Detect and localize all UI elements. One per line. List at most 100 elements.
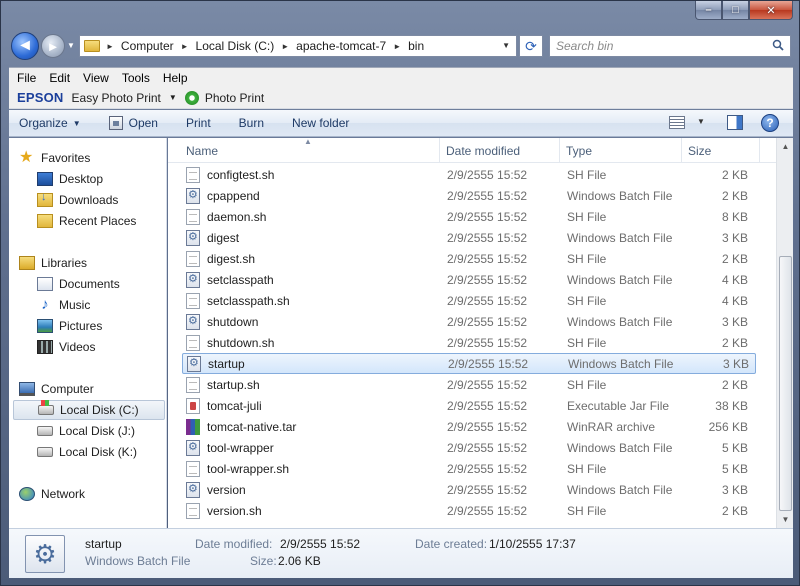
file-row[interactable]: tomcat-native.tar 2/9/2555 15:52 WinRAR ar… bbox=[168, 416, 776, 437]
file-name: version.sh bbox=[207, 503, 262, 518]
minimize-button[interactable]: – bbox=[695, 1, 722, 20]
close-button[interactable]: ✕ bbox=[749, 1, 793, 20]
sidebar-item-music[interactable]: ♪ Music bbox=[37, 295, 185, 315]
column-date-modified[interactable]: Date modified bbox=[440, 138, 560, 163]
breadcrumb-apache-tomcat-7[interactable]: apache-tomcat-7 bbox=[296, 39, 386, 53]
sidebar-item-local-disk-c[interactable]: Local Disk (C:) bbox=[13, 400, 165, 420]
sidebar-item-label: Local Disk (C:) bbox=[60, 403, 139, 417]
column-name[interactable]: Name ▲ bbox=[168, 137, 440, 163]
sidebar-item-recent-places[interactable]: Recent Places bbox=[37, 211, 185, 231]
sidebar-item-desktop[interactable]: Desktop bbox=[37, 169, 185, 189]
new-folder-button[interactable]: New folder bbox=[292, 116, 349, 130]
chevron-right-icon[interactable]: ► bbox=[281, 42, 289, 51]
breadcrumb-computer[interactable]: Computer bbox=[121, 39, 174, 53]
file-date-modified: 2/9/2555 15:52 bbox=[447, 377, 528, 392]
recent-pages-dropdown-icon[interactable]: ▼ bbox=[67, 41, 75, 50]
view-dropdown-icon[interactable]: ▼ bbox=[697, 117, 705, 126]
back-button[interactable]: ◄ bbox=[11, 32, 39, 60]
address-bar[interactable]: ► Computer ► Local Disk (C:) ► apache-to… bbox=[79, 35, 517, 57]
file-date-modified: 2/9/2555 15:52 bbox=[447, 251, 528, 266]
menu-file[interactable]: File bbox=[17, 71, 36, 85]
file-row[interactable]: startup.sh 2/9/2555 15:52 SH File 2 KB bbox=[168, 374, 776, 395]
sidebar-item-label: Local Disk (K:) bbox=[59, 445, 138, 459]
scroll-down-icon[interactable]: ▼ bbox=[777, 511, 794, 528]
vertical-scrollbar[interactable]: ▲ ▼ bbox=[776, 138, 793, 528]
menu-view[interactable]: View bbox=[83, 71, 109, 85]
sidebar-item-documents[interactable]: Documents bbox=[37, 274, 185, 294]
sidebar-item-computer[interactable]: Computer bbox=[19, 379, 167, 399]
file-row[interactable]: shutdown.sh 2/9/2555 15:52 SH File 2 KB bbox=[168, 332, 776, 353]
details-date-created-label: Date created: bbox=[415, 537, 488, 551]
file-date-modified: 2/9/2555 15:52 bbox=[447, 209, 528, 224]
details-file-type: Windows Batch File bbox=[85, 554, 191, 568]
file-row[interactable]: version 2/9/2555 15:52 Windows Batch File 3… bbox=[168, 479, 776, 500]
file-name: setclasspath bbox=[207, 272, 274, 287]
sidebar-item-pictures[interactable]: Pictures bbox=[37, 316, 185, 336]
sidebar-item-downloads[interactable]: Downloads bbox=[37, 190, 185, 210]
preview-pane-icon[interactable] bbox=[727, 115, 743, 130]
burn-button[interactable]: Burn bbox=[239, 116, 264, 130]
sidebar-item-favorites[interactable]: ★ Favorites bbox=[19, 148, 167, 168]
file-name: startup.sh bbox=[207, 377, 260, 392]
search-input[interactable] bbox=[556, 39, 756, 53]
forward-button[interactable]: ► bbox=[41, 34, 65, 58]
open-button[interactable]: Open bbox=[108, 116, 158, 130]
easy-photo-print-dropdown-icon[interactable]: ▼ bbox=[169, 93, 177, 102]
photo-print-button[interactable]: Photo Print bbox=[205, 91, 264, 105]
refresh-button[interactable]: ⟳ bbox=[519, 35, 543, 57]
column-type[interactable]: Type bbox=[560, 138, 682, 163]
batch-file-icon bbox=[187, 355, 201, 372]
breadcrumb-local-disk-c[interactable]: Local Disk (C:) bbox=[196, 39, 275, 53]
file-row[interactable]: tool-wrapper 2/9/2555 15:52 Windows Batch … bbox=[168, 437, 776, 458]
file-name: tool-wrapper.sh bbox=[207, 461, 290, 476]
organize-label: Organize bbox=[19, 116, 68, 130]
sidebar-item-libraries[interactable]: Libraries bbox=[19, 253, 167, 273]
sidebar-item-videos[interactable]: Videos bbox=[37, 337, 185, 357]
sidebar-item-label: Desktop bbox=[59, 172, 104, 186]
file-row[interactable]: setclasspath 2/9/2555 15:52 Windows Batch … bbox=[168, 269, 776, 290]
sidebar-item-label: Videos bbox=[59, 340, 96, 354]
file-row[interactable]: cpappend 2/9/2555 15:52 Windows Batch File… bbox=[168, 185, 776, 206]
file-row[interactable]: setclasspath.sh 2/9/2555 15:52 SH File 4 KB bbox=[168, 290, 776, 311]
sidebar-item-label: Favorites bbox=[41, 151, 91, 165]
chevron-right-icon[interactable]: ► bbox=[181, 42, 189, 51]
column-name-label: Name bbox=[186, 143, 219, 158]
menu-edit[interactable]: Edit bbox=[49, 71, 70, 85]
search-icon[interactable] bbox=[772, 39, 784, 51]
menu-help[interactable]: Help bbox=[163, 71, 188, 85]
file-row[interactable]: tomcat-juli 2/9/2555 15:52 Executable Jar … bbox=[168, 395, 776, 416]
print-button[interactable]: Print bbox=[186, 116, 211, 130]
view-options-icon[interactable] bbox=[669, 116, 685, 129]
help-icon[interactable]: ? bbox=[761, 114, 779, 132]
maximize-button[interactable]: □ bbox=[722, 1, 749, 20]
file-row[interactable]: shutdown 2/9/2555 15:52 Windows Batch File… bbox=[168, 311, 776, 332]
pictures-icon bbox=[37, 319, 53, 333]
breadcrumb-bin[interactable]: bin bbox=[408, 39, 424, 53]
easy-photo-print-button[interactable]: Easy Photo Print bbox=[72, 91, 161, 105]
file-row[interactable]: startup 2/9/2555 15:52 Windows Batch File 3… bbox=[182, 353, 756, 374]
file-row[interactable]: version.sh 2/9/2555 15:52 SH File 2 KB bbox=[168, 500, 776, 521]
chevron-right-icon[interactable]: ► bbox=[106, 42, 114, 51]
file-row[interactable]: daemon.sh 2/9/2555 15:52 SH File 8 KB bbox=[168, 206, 776, 227]
file-type: Windows Batch File bbox=[567, 272, 673, 287]
refresh-icon: ⟳ bbox=[525, 37, 537, 54]
file-row[interactable]: tool-wrapper.sh 2/9/2555 15:52 SH File 5 KB bbox=[168, 458, 776, 479]
scroll-up-icon[interactable]: ▲ bbox=[777, 138, 794, 155]
organize-button[interactable]: Organize ▼ bbox=[19, 116, 81, 130]
star-icon: ★ bbox=[19, 149, 34, 166]
file-row[interactable]: digest 2/9/2555 15:52 Windows Batch File 3 … bbox=[168, 227, 776, 248]
address-dropdown-icon[interactable]: ▼ bbox=[502, 41, 510, 50]
file-row[interactable]: configtest.sh 2/9/2555 15:52 SH File 2 KB bbox=[168, 164, 776, 185]
column-size[interactable]: Size bbox=[682, 138, 760, 163]
sidebar-item-local-disk-k[interactable]: Local Disk (K:) bbox=[37, 442, 185, 462]
sidebar-item-network[interactable]: Network bbox=[19, 484, 167, 504]
file-size: 2 KB bbox=[721, 251, 748, 266]
file-size: 2 KB bbox=[721, 503, 748, 518]
scroll-thumb[interactable] bbox=[779, 256, 792, 511]
chevron-right-icon[interactable]: ► bbox=[393, 42, 401, 51]
search-box[interactable] bbox=[549, 35, 791, 57]
music-icon: ♪ bbox=[41, 296, 49, 313]
file-row[interactable]: digest.sh 2/9/2555 15:52 SH File 2 KB bbox=[168, 248, 776, 269]
sidebar-item-local-disk-j[interactable]: Local Disk (J:) bbox=[37, 421, 185, 441]
menu-tools[interactable]: Tools bbox=[122, 71, 150, 85]
